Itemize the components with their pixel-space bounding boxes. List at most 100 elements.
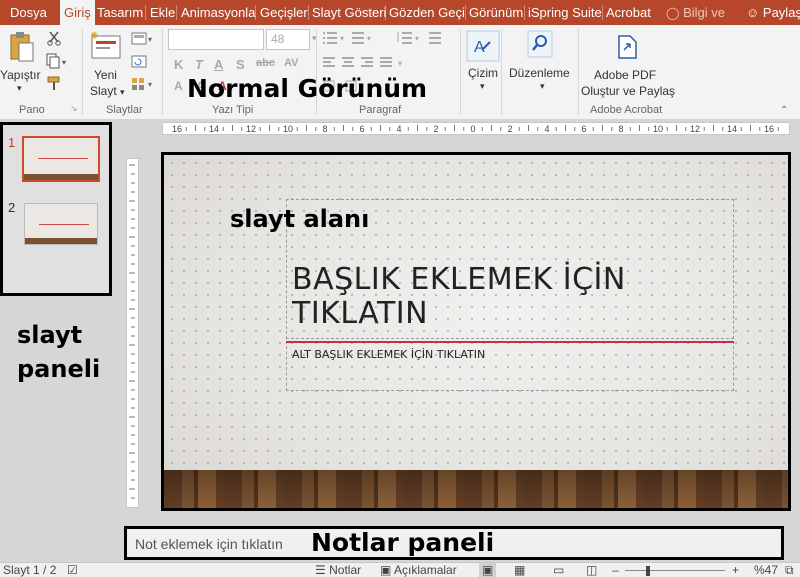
normal-view-button[interactable]: ▣ bbox=[479, 563, 497, 578]
notes-toggle-button[interactable]: ☰ Notlar bbox=[315, 563, 361, 578]
notes-placeholder: Not eklemek için tıklatın bbox=[135, 536, 283, 552]
ruler-label: 16 bbox=[764, 124, 774, 134]
ruler-label: 4 bbox=[396, 124, 401, 134]
svg-text:▾: ▾ bbox=[415, 34, 419, 43]
zoom-slider-track[interactable] bbox=[625, 570, 725, 571]
tab-review[interactable]: Gözden Geçi bbox=[389, 0, 465, 25]
layout-icon[interactable]: ▾ bbox=[131, 32, 157, 51]
ruler-label: 2 bbox=[433, 124, 438, 134]
zoom-in-button[interactable]: + bbox=[732, 563, 739, 578]
bold-button[interactable]: K bbox=[174, 57, 183, 72]
slide-thumbnail-1[interactable] bbox=[22, 136, 100, 182]
tab-home[interactable]: Giriş bbox=[60, 0, 95, 25]
new-slide-label[interactable]: Yeni bbox=[94, 68, 117, 82]
horizontal-ruler[interactable]: 16 14 12 10 8 6 4 2 0 2 4 6 8 10 12 14 16 bbox=[162, 122, 790, 135]
collapse-ribbon-icon[interactable]: ⌃ bbox=[780, 105, 788, 116]
annotation-slide-area: slayt alanı bbox=[230, 205, 370, 233]
shadow-button[interactable]: S bbox=[236, 57, 245, 72]
adobe-pdf-label[interactable]: Adobe PDF bbox=[594, 68, 656, 82]
tab-transitions[interactable]: Geçişler bbox=[260, 0, 308, 25]
annotation-notes-panel: Notlar paneli bbox=[311, 528, 495, 557]
ruler-label: 8 bbox=[322, 124, 327, 134]
ruler-label: 2 bbox=[507, 124, 512, 134]
vertical-ruler[interactable] bbox=[126, 158, 139, 508]
strikethrough-button[interactable]: abc bbox=[256, 57, 275, 69]
zoom-out-button[interactable]: – bbox=[612, 563, 619, 578]
svg-text:▾: ▾ bbox=[367, 34, 371, 43]
group-label-font: Yazı Tipi bbox=[212, 104, 254, 116]
group-label-slides: Slaytlar bbox=[106, 104, 143, 116]
adobe-pdf-icon[interactable] bbox=[617, 34, 639, 65]
comment-icon: ▣ bbox=[380, 563, 392, 577]
tab-tell-me[interactable]: ◯ Bilgi ve bbox=[666, 0, 725, 25]
share-button[interactable]: ☺ Paylaş bbox=[746, 0, 800, 25]
ruler-label: 6 bbox=[359, 124, 364, 134]
thumb-floor bbox=[25, 238, 97, 244]
tab-design[interactable]: Tasarım bbox=[97, 0, 143, 25]
slide-panel: 1 2 bbox=[0, 122, 112, 296]
underline-button[interactable]: A bbox=[214, 57, 223, 72]
ruler-label: 12 bbox=[690, 124, 700, 134]
tab-ispring[interactable]: iSpring Suite bbox=[528, 0, 602, 25]
thumb-floor bbox=[24, 174, 98, 180]
slide-number-1: 1 bbox=[8, 135, 16, 150]
slide-subtitle[interactable]: ALT BAŞLIK EKLEMEK İÇİN TIKLATIN bbox=[292, 348, 485, 361]
notes-icon: ☰ bbox=[315, 563, 326, 577]
tab-file[interactable]: Dosya bbox=[10, 0, 47, 25]
paste-dropdown-icon[interactable]: ▾ bbox=[17, 83, 22, 94]
cut-icon[interactable] bbox=[46, 30, 62, 51]
drawing-dropdown-icon[interactable]: ▾ bbox=[480, 81, 485, 92]
drawing-label[interactable]: Çizim bbox=[468, 66, 498, 80]
ruler-label: 4 bbox=[544, 124, 549, 134]
paste-label[interactable]: Yapıştır bbox=[0, 68, 40, 82]
svg-text:▾: ▾ bbox=[148, 80, 152, 89]
bullets-icon[interactable]: ▾ ▾ bbox=[322, 30, 384, 49]
tab-slideshow[interactable]: Slayt Gösteri bbox=[312, 0, 386, 25]
format-painter-icon[interactable] bbox=[46, 76, 62, 97]
font-size-combo[interactable]: 48 bbox=[266, 29, 310, 50]
adobe-pdf-label-2[interactable]: Oluştur ve Paylaş bbox=[581, 84, 675, 98]
thumb-title-line bbox=[38, 158, 88, 159]
editing-dropdown-icon[interactable]: ▾ bbox=[540, 81, 545, 92]
status-bar: Slayt 1 / 2 ☑ ☰ Notlar ▣ Açıklamalar ▣ ▦… bbox=[0, 562, 800, 578]
tab-insert[interactable]: Ekle bbox=[150, 0, 175, 25]
paste-icon[interactable] bbox=[9, 31, 35, 70]
tab-animations[interactable]: Animasyonla bbox=[181, 0, 255, 25]
line-spacing-icon[interactable]: ▾ bbox=[395, 30, 465, 49]
slide-thumbnail-2[interactable] bbox=[24, 203, 98, 245]
chevron-down-icon: ▾ bbox=[120, 87, 125, 97]
text-effects-button[interactable]: A bbox=[174, 79, 183, 93]
svg-text:▾: ▾ bbox=[148, 35, 152, 44]
tab-view[interactable]: Görünüm bbox=[469, 0, 523, 25]
align-icons[interactable]: ▾ bbox=[322, 55, 442, 74]
svg-text:▾: ▾ bbox=[340, 34, 344, 43]
ruler-label: 0 bbox=[470, 124, 475, 134]
thumb-title-line bbox=[39, 224, 89, 225]
zoom-slider-thumb[interactable] bbox=[646, 566, 650, 576]
clipboard-launcher-icon[interactable]: ↘ bbox=[70, 103, 78, 114]
copy-icon[interactable]: ▾ bbox=[46, 53, 68, 74]
new-slide-icon[interactable]: ✺ bbox=[90, 31, 123, 66]
group-label-adobe: Adobe Acrobat bbox=[590, 104, 663, 116]
reading-view-button[interactable]: ▭ bbox=[553, 563, 564, 578]
section-icon[interactable]: ▾ bbox=[131, 77, 157, 96]
editing-label[interactable]: Düzenleme bbox=[509, 66, 570, 80]
reset-icon[interactable] bbox=[131, 55, 147, 74]
ruler-label: 14 bbox=[209, 124, 219, 134]
zoom-level[interactable]: %47 bbox=[754, 563, 778, 578]
lightbulb-icon: ◯ bbox=[666, 6, 680, 20]
slide-sorter-button[interactable]: ▦ bbox=[514, 563, 525, 578]
magnifier-icon[interactable] bbox=[527, 30, 553, 63]
char-spacing-button[interactable]: AV bbox=[284, 57, 298, 69]
drawing-icon[interactable]: A bbox=[466, 30, 500, 67]
slideshow-button[interactable]: ◫ bbox=[586, 563, 597, 578]
new-slide-label-2[interactable]: Slayt ▾ bbox=[90, 84, 125, 98]
spellcheck-icon[interactable]: ☑ bbox=[67, 563, 78, 578]
fit-to-window-icon[interactable]: ⧉ bbox=[785, 563, 794, 578]
italic-button[interactable]: T bbox=[195, 57, 203, 72]
comments-button[interactable]: ▣ Açıklamalar bbox=[380, 563, 457, 578]
tab-acrobat[interactable]: Acrobat bbox=[606, 0, 651, 25]
ruler-label: 10 bbox=[653, 124, 663, 134]
font-name-combo[interactable] bbox=[168, 29, 264, 50]
slide-title[interactable]: BAŞLIK EKLEMEK İÇİN TIKLATIN bbox=[292, 263, 626, 331]
